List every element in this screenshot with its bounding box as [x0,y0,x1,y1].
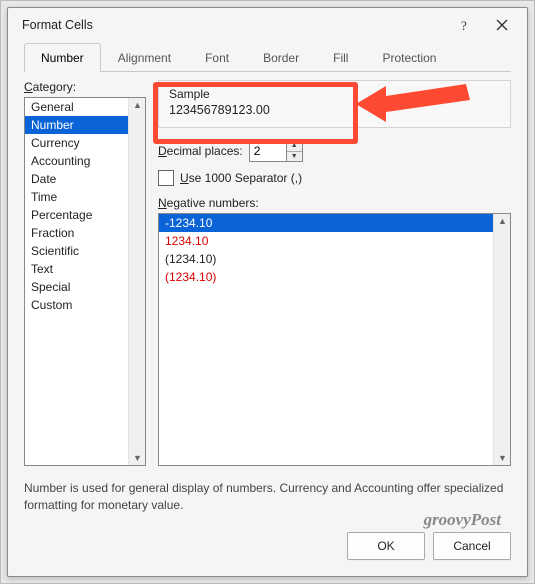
category-item[interactable]: Time [25,188,129,206]
close-icon [496,19,508,31]
category-item[interactable]: Custom [25,296,129,314]
tab-fill[interactable]: Fill [316,43,365,72]
watermark: groovyPost [424,510,501,530]
tab-border[interactable]: Border [246,43,316,72]
decimal-places-input[interactable] [250,141,286,161]
category-item[interactable]: Percentage [25,206,129,224]
dialog-title: Format Cells [22,18,445,32]
scroll-up-icon: ▲ [498,216,507,226]
category-item[interactable]: Currency [25,134,129,152]
format-cells-dialog: Format Cells ? Number Alignment Font Bor… [7,7,528,577]
tab-protection[interactable]: Protection [365,43,453,72]
category-item[interactable]: Scientific [25,242,129,260]
thousand-separator-checkbox[interactable]: Use 1000 Separator (,) [158,170,511,186]
category-listbox[interactable]: General Number Currency Accounting Date … [24,97,146,466]
category-item[interactable]: Text [25,260,129,278]
category-item[interactable]: Accounting [25,152,129,170]
sample-label: Sample [169,87,500,101]
negative-numbers-label: Negative numbers: [158,196,511,210]
dialog-footer: OK Cancel [8,532,527,576]
tab-bar: Number Alignment Font Border Fill Protec… [24,42,511,72]
tab-font[interactable]: Font [188,43,246,72]
scrollbar[interactable]: ▲ ▼ [493,214,510,465]
cancel-button[interactable]: Cancel [433,532,511,560]
decimal-places-label: Decimal places: [158,144,243,158]
checkbox-icon [158,170,174,186]
negative-numbers-item[interactable]: (1234.10) [159,268,494,286]
decimal-places-stepper[interactable]: ▲ ▼ [249,140,303,162]
spin-down-icon[interactable]: ▼ [287,151,302,162]
scroll-up-icon: ▲ [133,100,142,110]
category-item[interactable]: Special [25,278,129,296]
ok-button[interactable]: OK [347,532,425,560]
negative-numbers-item[interactable]: -1234.10 [159,214,494,232]
category-item[interactable]: General [25,98,129,116]
category-item[interactable]: Number [25,116,129,134]
scroll-down-icon: ▼ [498,453,507,463]
tab-number[interactable]: Number [24,43,101,72]
spin-up-icon[interactable]: ▲ [287,141,302,151]
help-button[interactable]: ? [445,11,483,39]
category-item[interactable]: Fraction [25,224,129,242]
scroll-down-icon: ▼ [133,453,142,463]
close-button[interactable] [483,11,521,39]
help-icon: ? [458,18,470,32]
titlebar: Format Cells ? [8,8,527,42]
negative-numbers-listbox[interactable]: -1234.10 1234.10 (1234.10) (1234.10) ▲ ▼ [158,213,511,466]
negative-numbers-item[interactable]: (1234.10) [159,250,494,268]
negative-numbers-item[interactable]: 1234.10 [159,232,494,250]
format-description: Number is used for general display of nu… [24,480,511,514]
scrollbar[interactable]: ▲ ▼ [128,98,145,465]
sample-box: Sample 123456789123.00 [158,80,511,128]
svg-text:?: ? [461,18,467,32]
tab-alignment[interactable]: Alignment [101,43,188,72]
thousand-separator-label: Use 1000 Separator (,) [180,171,302,185]
sample-value: 123456789123.00 [169,103,500,117]
category-label: Category: [24,80,146,94]
category-item[interactable]: Date [25,170,129,188]
